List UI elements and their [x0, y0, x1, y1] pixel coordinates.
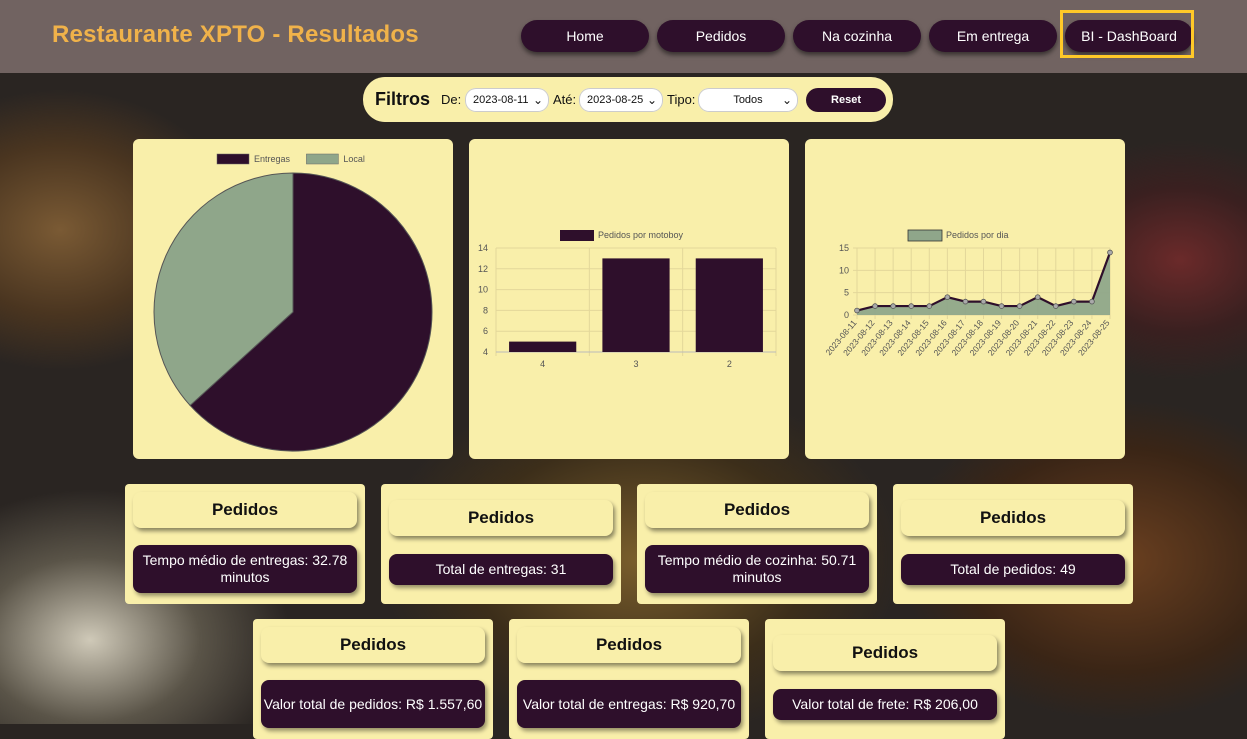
- type-value: Todos: [733, 94, 763, 106]
- page-title: Restaurante XPTO - Resultados: [52, 21, 419, 48]
- from-date-label: De:: [441, 92, 462, 107]
- data-point: [944, 294, 951, 300]
- legend-label: Entregas: [254, 154, 291, 164]
- stat-card-total-orders: Pedidos Total de pedidos: 49: [893, 484, 1133, 604]
- data-point: [890, 303, 896, 309]
- top-header: Restaurante XPTO - Resultados Home Pedid…: [0, 0, 1247, 73]
- legend-label: Pedidos por motoboy: [598, 230, 684, 240]
- legend-label: Pedidos por dia: [946, 230, 1009, 240]
- bar: [509, 341, 577, 352]
- card-value: Total de pedidos: 49: [901, 554, 1125, 585]
- data-point: [1052, 303, 1059, 309]
- data-point: [926, 303, 933, 309]
- x-tick-label: 4: [540, 359, 545, 369]
- stat-card-total-deliveries: Pedidos Total de entregas: 31: [381, 484, 621, 604]
- x-tick-label: 2: [727, 359, 732, 369]
- pie-chart-panel: Entregas Local: [133, 139, 453, 459]
- x-tick-label: 3: [633, 359, 638, 369]
- y-tick-label: 10: [478, 285, 488, 295]
- card-value: Total de entregas: 31: [389, 554, 613, 585]
- active-nav-highlight: [1060, 10, 1194, 58]
- type-select[interactable]: Todos ⌄: [698, 88, 798, 112]
- card-title: Pedidos: [901, 500, 1125, 536]
- to-date-label: Até:: [553, 92, 577, 107]
- type-label: Tipo:: [667, 92, 696, 107]
- from-date-select[interactable]: 2023-08-11 ⌄: [465, 88, 549, 112]
- data-point: [1071, 298, 1077, 305]
- y-tick-label: 10: [839, 265, 849, 275]
- legend-swatch: [907, 229, 943, 242]
- from-date-value: 2023-08-11: [473, 94, 529, 106]
- data-point: [998, 303, 1005, 309]
- bar: [695, 258, 763, 352]
- data-point: [854, 307, 860, 314]
- legend-swatch: [216, 153, 250, 165]
- card-title: Pedidos: [773, 635, 997, 671]
- y-tick-label: 4: [483, 347, 488, 357]
- bar-chart-panel: Pedidos por motoboy 4 6 8 10 12 14 4 3 2: [469, 139, 789, 459]
- data-point: [980, 298, 987, 305]
- nav-na-cozinha-button[interactable]: Na cozinha: [793, 20, 921, 52]
- legend-swatch: [306, 153, 339, 165]
- nav-em-entrega-button[interactable]: Em entrega: [929, 20, 1057, 52]
- y-tick-label: 14: [478, 243, 488, 253]
- reset-button[interactable]: Reset: [806, 88, 886, 112]
- y-tick-label: 8: [483, 305, 488, 315]
- stat-card-total-freight-value: Pedidos Valor total de frete: R$ 206,00: [765, 619, 1005, 739]
- card-title: Pedidos: [261, 627, 485, 663]
- card-value: Valor total de entregas: R$ 920,70: [517, 680, 741, 728]
- data-point: [908, 303, 915, 309]
- y-tick-label: 15: [839, 243, 849, 253]
- stat-card-total-delivery-value: Pedidos Valor total de entregas: R$ 920,…: [509, 619, 749, 739]
- chevron-down-icon: ⌄: [646, 93, 657, 107]
- card-value: Tempo médio de entregas: 32.78 minutos: [133, 545, 357, 593]
- data-point: [1034, 294, 1041, 300]
- to-date-select[interactable]: 2023-08-25 ⌄: [579, 88, 663, 112]
- data-point: [872, 303, 878, 309]
- data-point: [1016, 303, 1023, 309]
- card-value: Valor total de frete: R$ 206,00: [773, 689, 997, 720]
- nav-pedidos-button[interactable]: Pedidos: [657, 20, 785, 52]
- line-chart-panel: Pedidos por dia 0 5 10 15 2023-08-11 2023-08-1…: [805, 139, 1125, 459]
- card-title: Pedidos: [133, 492, 357, 528]
- legend-label: Local: [343, 154, 365, 164]
- card-value: Tempo médio de cozinha: 50.71 minutos: [645, 545, 869, 593]
- filters-bar: Filtros De: 2023-08-11 ⌄ Até: 2023-08-25…: [363, 77, 893, 122]
- bar: [602, 258, 670, 352]
- line-chart: Pedidos por dia0510152023-08-112023-08-1…: [823, 229, 1113, 358]
- chevron-down-icon: ⌄: [781, 93, 792, 107]
- legend-swatch: [560, 230, 594, 241]
- card-value: Valor total de pedidos: R$ 1.557,60: [261, 680, 485, 728]
- y-tick-label: 5: [844, 288, 849, 298]
- chevron-down-icon: ⌄: [532, 93, 543, 107]
- data-point: [1089, 298, 1095, 305]
- y-tick-label: 6: [483, 326, 488, 336]
- card-title: Pedidos: [645, 492, 869, 528]
- y-tick-label: 12: [478, 264, 488, 274]
- card-title: Pedidos: [389, 500, 613, 536]
- to-date-value: 2023-08-25: [587, 94, 644, 106]
- bar-chart: Pedidos por motoboy 4 6 8 10 12 14 4 3 2: [478, 230, 777, 369]
- filters-title: Filtros: [375, 89, 431, 109]
- pie-chart: Entregas Local: [153, 153, 433, 452]
- stat-card-total-order-value: Pedidos Valor total de pedidos: R$ 1.557…: [253, 619, 493, 739]
- stat-card-avg-kitchen-time: Pedidos Tempo médio de cozinha: 50.71 mi…: [637, 484, 877, 604]
- y-tick-label: 0: [844, 310, 849, 320]
- card-title: Pedidos: [517, 627, 741, 663]
- data-point: [962, 298, 969, 305]
- stat-card-avg-delivery-time: Pedidos Tempo médio de entregas: 32.78 m…: [125, 484, 365, 604]
- nav-home-button[interactable]: Home: [521, 20, 649, 52]
- data-point: [1107, 249, 1113, 256]
